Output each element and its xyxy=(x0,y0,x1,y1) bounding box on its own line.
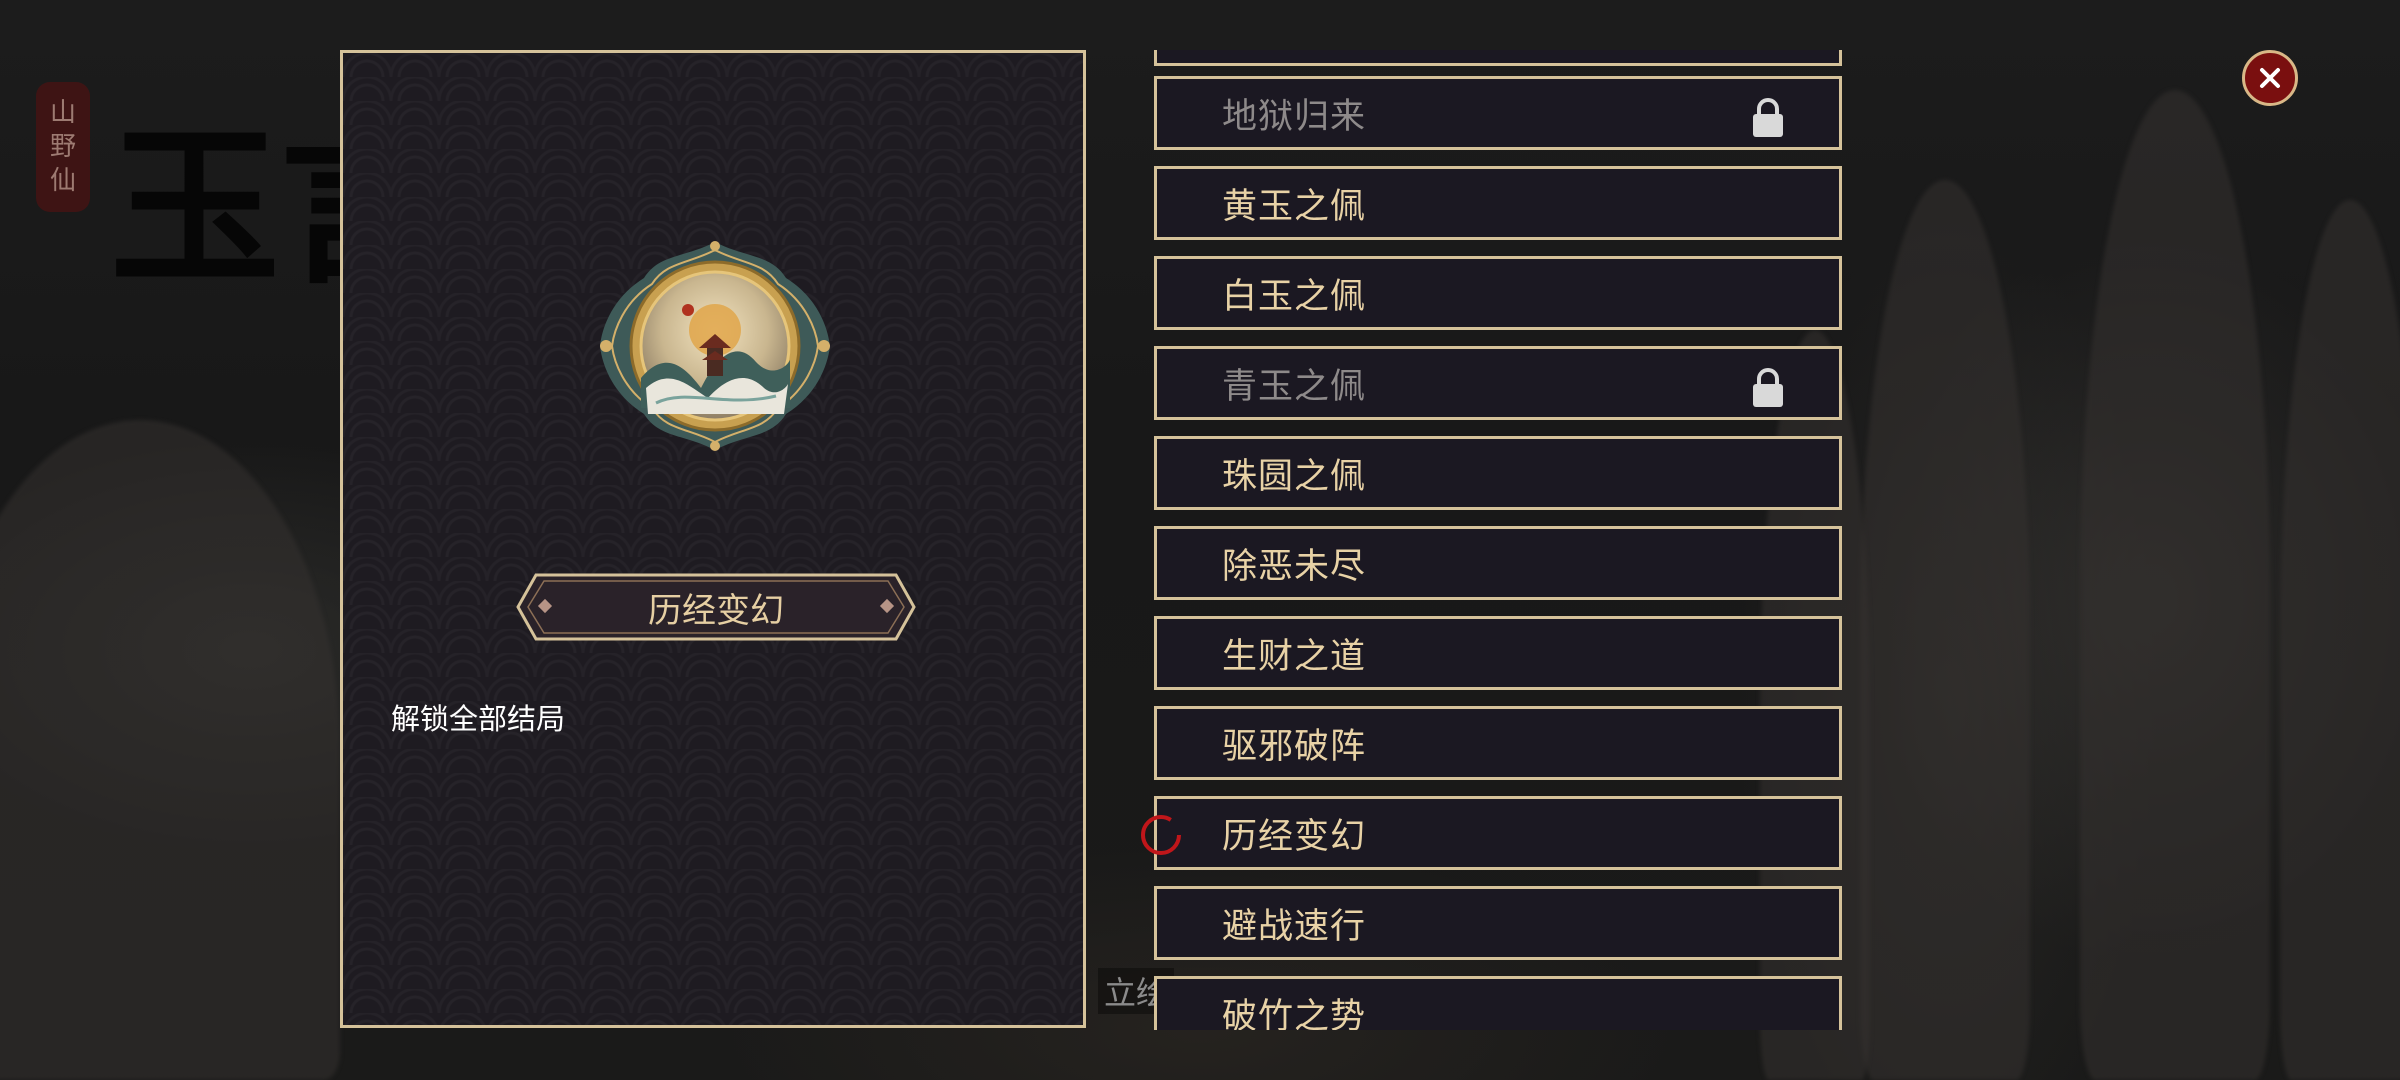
lock-icon xyxy=(1753,98,1783,137)
achievement-description: 解锁全部结局 xyxy=(391,702,566,736)
list-item-label: 地狱归来 xyxy=(1222,96,1367,137)
close-icon xyxy=(2260,68,2280,88)
list-item[interactable]: 珠圆之佩 xyxy=(1154,436,1842,510)
achievement-name-plate: 历经变幻 xyxy=(516,573,916,641)
list-item[interactable]: 驱邪破阵 xyxy=(1154,706,1842,780)
list-item[interactable]: 黄玉之佩 xyxy=(1154,166,1842,240)
seal-char: 仙 xyxy=(49,166,76,196)
achievement-title: 历经变幻 xyxy=(648,590,784,631)
achievement-list[interactable]: 地狱归来 黄玉之佩 白玉之佩 青玉之佩 珠圆之佩 除恶未尽 生财之道 驱邪破阵 … xyxy=(1154,50,1842,1030)
list-item-label: 珠圆之佩 xyxy=(1222,456,1367,497)
list-item[interactable]: 生财之道 xyxy=(1154,616,1842,690)
list-item[interactable]: 白玉之佩 xyxy=(1154,256,1842,330)
list-item-selected[interactable]: 历经变幻 xyxy=(1154,796,1842,870)
list-item[interactable] xyxy=(1154,50,1842,66)
list-item-label: 历经变幻 xyxy=(1222,816,1367,857)
list-item[interactable]: 避战速行 xyxy=(1154,886,1842,960)
list-item-label: 除恶未尽 xyxy=(1222,546,1367,587)
list-item-label: 白玉之佩 xyxy=(1222,276,1367,317)
list-item-label: 破竹之势 xyxy=(1222,996,1367,1031)
touch-cursor-icon xyxy=(1141,815,1181,855)
lock-icon xyxy=(1753,368,1783,407)
list-item[interactable]: 地狱归来 xyxy=(1154,76,1842,150)
seal-stamp: 山 野 仙 xyxy=(36,82,90,212)
list-item[interactable]: 青玉之佩 xyxy=(1154,346,1842,420)
landscape-medallion-icon xyxy=(600,241,830,451)
list-item-label: 驱邪破阵 xyxy=(1222,726,1367,767)
list-item-label: 避战速行 xyxy=(1222,906,1367,947)
close-button[interactable] xyxy=(2242,50,2298,106)
list-item-label: 青玉之佩 xyxy=(1222,366,1367,407)
achievement-detail-panel: 历经变幻 解锁全部结局 xyxy=(340,50,1086,1028)
list-item[interactable]: 除恶未尽 xyxy=(1154,526,1842,600)
seal-char: 野 xyxy=(49,132,76,162)
seal-char: 山 xyxy=(49,98,76,128)
list-item-label: 生财之道 xyxy=(1222,636,1367,677)
list-item-label: 黄玉之佩 xyxy=(1222,186,1367,227)
list-item[interactable]: 破竹之势 xyxy=(1154,976,1842,1030)
